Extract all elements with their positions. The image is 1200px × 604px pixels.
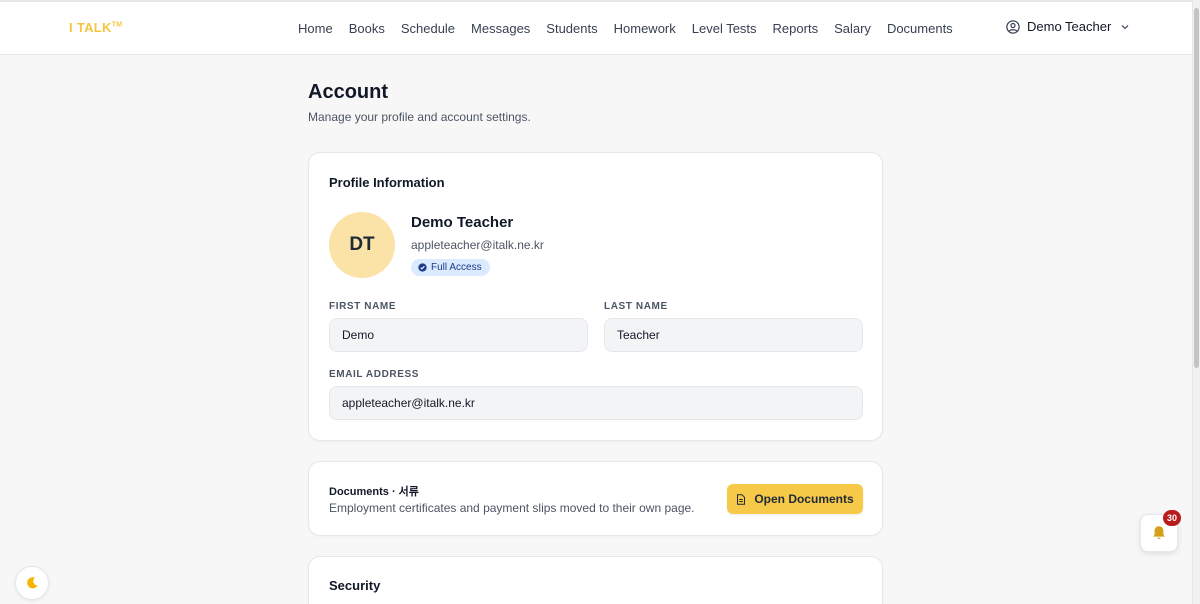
first-name-label: FIRST NAME	[329, 301, 397, 312]
moon-icon	[27, 577, 38, 589]
bell-icon	[1153, 526, 1165, 539]
nav-home[interactable]: Home	[298, 19, 333, 39]
documents-title: Documents · 서류	[329, 486, 419, 498]
documents-card: Documents · 서류 Employment certificates a…	[308, 461, 883, 536]
document-icon	[737, 493, 746, 505]
top-navbar: I TALKTM Home Books Schedule Messages St…	[0, 0, 1192, 55]
security-title: Security	[329, 578, 381, 593]
nav-documents[interactable]: Documents	[887, 19, 953, 39]
page-title: Account	[308, 81, 388, 103]
theme-toggle-button[interactable]	[15, 566, 49, 600]
brand-logo[interactable]: I TALKTM	[69, 20, 122, 35]
last-name-label: LAST NAME	[604, 301, 668, 312]
user-circle-icon	[1006, 19, 1020, 34]
first-name-field[interactable]	[329, 318, 588, 352]
nav-schedule[interactable]: Schedule	[401, 19, 455, 39]
open-documents-button[interactable]: Open Documents	[727, 484, 863, 514]
nav-books[interactable]: Books	[349, 19, 385, 39]
access-badge: Full Access	[411, 259, 490, 276]
last-name-field[interactable]	[604, 318, 863, 352]
nav-reports[interactable]: Reports	[773, 19, 819, 39]
profile-card: Profile Information DT Demo Teacher appl…	[308, 152, 883, 441]
nav-level-tests[interactable]: Level Tests	[692, 19, 757, 39]
profile-section-title: Profile Information	[329, 175, 445, 190]
profile-name: Demo Teacher	[411, 214, 514, 231]
email-field[interactable]	[329, 386, 863, 420]
scrollbar-thumb[interactable]	[1194, 8, 1199, 368]
access-badge-label: Full Access	[431, 262, 482, 273]
main-nav: Home Books Schedule Messages Students Ho…	[298, 19, 969, 39]
nav-salary[interactable]: Salary	[834, 19, 871, 39]
security-card: Security	[308, 556, 883, 604]
user-menu[interactable]: Demo Teacher	[1006, 19, 1130, 34]
email-address-label: EMAIL ADDRESS	[329, 369, 420, 380]
open-documents-label: Open Documents	[754, 492, 854, 506]
avatar: DT	[329, 212, 395, 278]
page-scrollbar[interactable]	[1192, 0, 1200, 604]
chevron-down-icon	[1121, 24, 1129, 29]
nav-students[interactable]: Students	[546, 19, 597, 39]
profile-email: appleteacher@italk.ne.kr	[411, 238, 544, 252]
nav-homework[interactable]: Homework	[614, 19, 676, 39]
nav-messages[interactable]: Messages	[471, 19, 530, 39]
documents-description: Employment certificates and payment slip…	[329, 501, 695, 515]
check-circle-icon	[418, 263, 427, 272]
user-menu-name: Demo Teacher	[1027, 19, 1112, 34]
page-subtitle: Manage your profile and account settings…	[308, 110, 531, 124]
notification-count-badge: 30	[1163, 510, 1181, 526]
